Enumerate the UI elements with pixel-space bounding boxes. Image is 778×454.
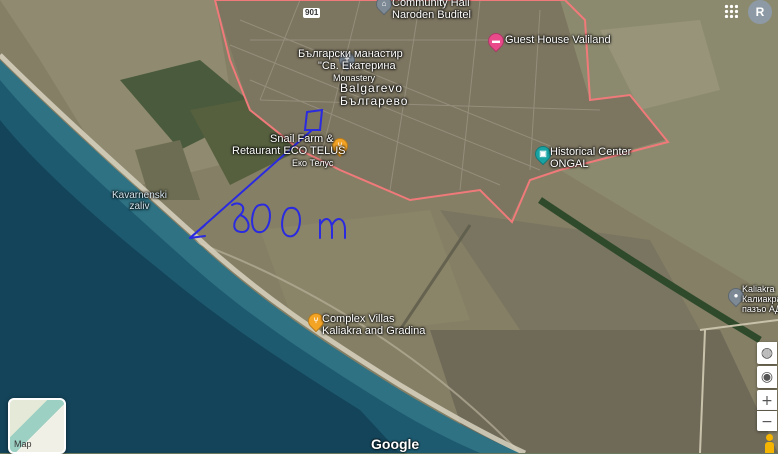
community-hall-label[interactable]: Community Hall Naroden Buditel <box>392 0 471 21</box>
bay-line2: zaliv <box>129 201 150 212</box>
zoom-out-button[interactable]: − <box>757 411 777 431</box>
bay-line1: Kavarnenski <box>112 190 168 201</box>
town-name-cyrillic: Българево <box>340 94 409 108</box>
zoom-in-button[interactable]: + <box>757 390 777 410</box>
monastery-line2: "Св. Екатерина <box>318 60 396 72</box>
layers-button[interactable]: ◍ <box>757 342 777 364</box>
pegman-icon[interactable] <box>764 434 774 453</box>
historical-line2: ONGAL <box>550 158 589 170</box>
villas-label[interactable]: Complex Villas Kaliakra and Gradina <box>322 313 425 337</box>
road-shield-901: 901 <box>303 8 321 18</box>
community-hall-line2: Naroden Buditel <box>392 9 471 21</box>
globe-icon: ◍ <box>760 345 774 361</box>
snail-farm-line1: Snail Farm & <box>270 133 334 145</box>
monastery-label[interactable]: Български манастир "Св. Екатерина Monast… <box>298 48 403 84</box>
community-hall-line1: Community Hall <box>392 0 470 9</box>
my-location-icon: ◉ <box>760 369 774 385</box>
guest-house-label[interactable]: Guest House Valiland <box>505 34 611 46</box>
monastery-line1: Български манастир <box>298 48 403 60</box>
kaliakra-line3: пазъо АД <box>742 304 778 314</box>
snail-farm-line3: Еко Телус <box>292 158 334 168</box>
snail-farm-line2: Retaurant ECO TELUS <box>232 145 346 157</box>
my-location-button[interactable]: ◉ <box>757 366 777 388</box>
historical-line1: Historical Center <box>550 146 632 158</box>
account-initial: R <box>755 5 765 19</box>
villas-line2: Kaliakra and Gradina <box>322 325 426 337</box>
account-avatar[interactable]: R <box>748 0 772 24</box>
kaliakra-line2: Калиакра <box>742 294 778 304</box>
villas-line1: Complex Villas <box>322 313 395 325</box>
town-label: Balgarevo Българево <box>340 82 408 108</box>
google-logo: Google <box>371 436 420 452</box>
snail-farm-label[interactable]: Snail Farm & Retaurant ECO TELUS Еко Тел… <box>232 133 346 169</box>
apps-grid-icon[interactable] <box>724 4 738 18</box>
map-toggle-label: Map <box>14 439 32 449</box>
map-type-toggle[interactable]: Map <box>8 398 66 454</box>
zoom-out-icon: − <box>761 414 773 430</box>
historical-center-label[interactable]: Historical Center ONGAL <box>550 146 631 170</box>
kaliakra-line1: Kaliakra <box>742 284 775 294</box>
bay-label: Kavarnenski zaliv <box>112 190 167 212</box>
kaliakra-label[interactable]: Kaliakra Калиакра пазъо АД <box>742 284 778 314</box>
zoom-in-icon: + <box>761 393 773 409</box>
